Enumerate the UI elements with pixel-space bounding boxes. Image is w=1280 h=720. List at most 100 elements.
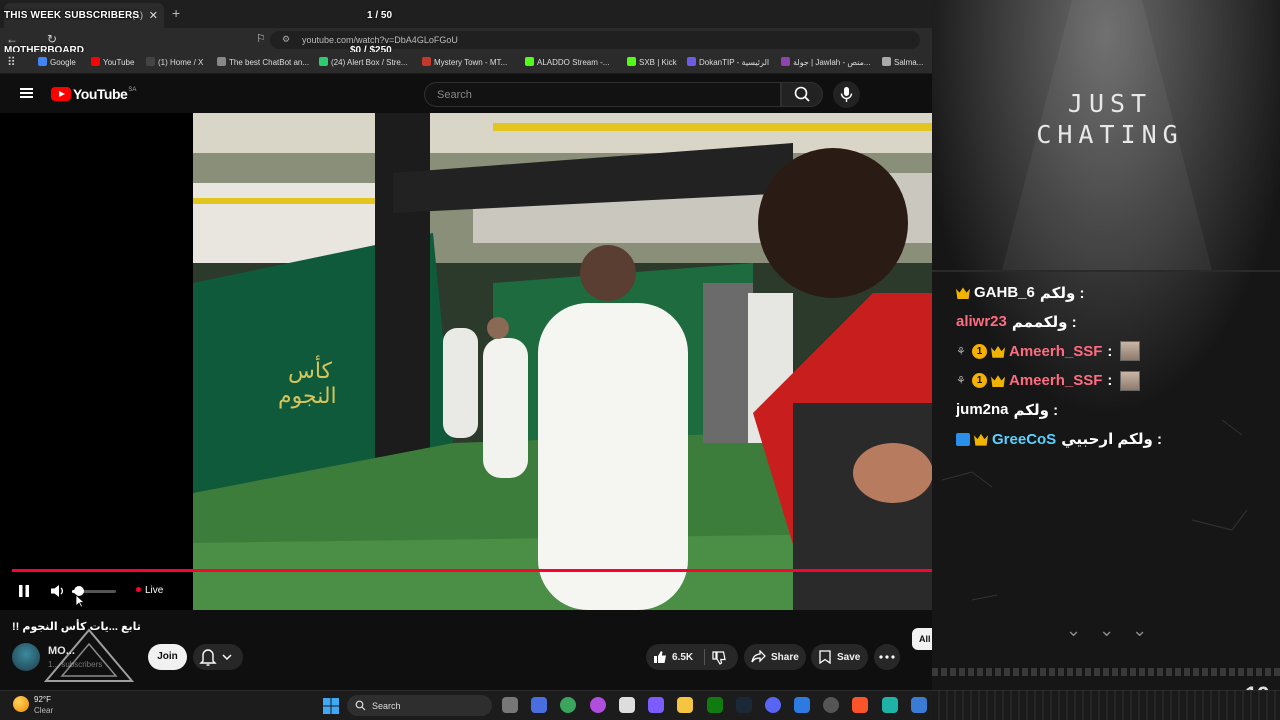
panel-bottom-strip bbox=[932, 691, 1280, 720]
youtube-header: YouTubeSA bbox=[0, 74, 932, 114]
bookmark-item[interactable]: (24) Alert Box / Stre... bbox=[319, 57, 407, 67]
app-icon-2[interactable] bbox=[882, 697, 898, 713]
dislike-icon[interactable] bbox=[712, 651, 726, 665]
prime-badge-icon bbox=[956, 432, 970, 446]
bookmark-label: ALADDO Stream -... bbox=[537, 58, 610, 67]
bookmark-favicon-icon bbox=[319, 57, 328, 66]
pause-icon[interactable] bbox=[18, 585, 30, 597]
voice-search-button[interactable] bbox=[833, 81, 860, 108]
chat-username: GreeCoS bbox=[992, 430, 1057, 448]
chat-username: jum2na bbox=[956, 401, 1009, 419]
bookmark-favicon-icon bbox=[146, 57, 155, 66]
bookmark-favicon-icon bbox=[882, 57, 891, 66]
save-button[interactable]: Save bbox=[811, 644, 868, 670]
notes-icon[interactable] bbox=[911, 697, 927, 713]
more-icon bbox=[879, 655, 895, 659]
bookmark-icon[interactable]: ⚐ bbox=[256, 32, 266, 45]
search-button[interactable] bbox=[781, 82, 823, 107]
obs-icon[interactable] bbox=[590, 697, 606, 713]
bookmark-favicon-icon bbox=[781, 57, 790, 66]
bookmark-item[interactable]: ALADDO Stream -... bbox=[525, 57, 609, 67]
weather-temperature[interactable]: 92°F bbox=[34, 695, 51, 704]
new-tab-icon[interactable]: + bbox=[172, 5, 180, 21]
bookmark-item[interactable]: DokanTIP - الرئيسية bbox=[687, 57, 769, 67]
search-field[interactable] bbox=[424, 82, 781, 107]
chat-message: ⚘ 1 Ameerh_SSF: bbox=[956, 337, 1276, 366]
discord-icon[interactable] bbox=[765, 697, 781, 713]
bookmark-label: جولة | Jawlah - منص... bbox=[793, 58, 871, 67]
bookmark-item[interactable]: YouTube bbox=[91, 57, 134, 67]
chat-emote-icon bbox=[1120, 370, 1141, 391]
bookmark-item[interactable]: (1) Home / X bbox=[146, 57, 203, 67]
bookmark-favicon-icon bbox=[38, 57, 47, 66]
app-icon[interactable] bbox=[794, 697, 810, 713]
sub-badge-icon: 1 bbox=[972, 373, 987, 389]
folder-icon[interactable] bbox=[677, 697, 693, 713]
search-input[interactable] bbox=[425, 83, 780, 106]
bookmark-item[interactable]: Mystery Town - MT... bbox=[422, 57, 507, 67]
bookmark-item[interactable]: جولة | Jawlah - منص... bbox=[781, 57, 871, 67]
live-badge[interactable]: Live bbox=[136, 585, 163, 596]
xbox-icon[interactable] bbox=[707, 697, 723, 713]
screen: (1) ✕ + THIS WEEK SUBSCRIBERS 1 / 50 ← ↻… bbox=[0, 0, 1280, 720]
bookmark-item[interactable]: Salma... bbox=[882, 57, 923, 67]
video-frame[interactable]: كأس النجوم bbox=[193, 113, 932, 610]
crown-badge-icon bbox=[956, 287, 970, 300]
bookmark-item[interactable]: Google bbox=[38, 57, 76, 67]
bookmark-item[interactable]: SXB | Kick bbox=[627, 57, 677, 67]
country-code: SA bbox=[128, 87, 137, 93]
bookmark-label: Salma... bbox=[894, 58, 924, 67]
widgets-icon[interactable] bbox=[531, 697, 547, 713]
progress-bar[interactable] bbox=[12, 569, 932, 572]
crown-badge-icon bbox=[991, 346, 1005, 358]
video-player[interactable]: كأس النجوم bbox=[0, 113, 932, 610]
xbox-app-icon[interactable] bbox=[560, 697, 576, 713]
menu-icon[interactable] bbox=[20, 88, 33, 98]
brave-browser-icon[interactable] bbox=[852, 697, 868, 713]
volume-icon[interactable] bbox=[50, 584, 66, 598]
windows-start-icon[interactable] bbox=[323, 698, 339, 714]
chat-text: : ولكم bbox=[1039, 284, 1085, 302]
chat-message: aliwr23: ولكممم bbox=[956, 307, 1276, 336]
chevron-down-icon: ⌄⌄⌄ bbox=[1066, 620, 1166, 640]
store-icon[interactable] bbox=[619, 697, 635, 713]
mouse-cursor-icon bbox=[75, 594, 85, 608]
weather-icon[interactable] bbox=[13, 696, 29, 712]
chat-text: : bbox=[1107, 372, 1113, 390]
url-text[interactable]: youtube.com/watch?v=DbA4GLoFGoU bbox=[302, 35, 458, 45]
taskbar-search[interactable]: Search bbox=[347, 695, 492, 716]
bookmark-item[interactable]: The best ChatBot an... bbox=[217, 57, 309, 67]
bookmark-favicon-icon bbox=[687, 57, 696, 66]
back-icon[interactable]: ← bbox=[6, 32, 18, 46]
join-button[interactable]: Join bbox=[148, 644, 187, 670]
like-icon[interactable] bbox=[653, 650, 667, 664]
bookmark-favicon-icon bbox=[627, 57, 636, 66]
share-icon bbox=[751, 650, 766, 663]
more-actions-button[interactable] bbox=[874, 644, 900, 670]
bookmark-label: Google bbox=[50, 58, 76, 67]
reload-icon[interactable]: ↻ bbox=[47, 32, 57, 46]
taskbar-search-label: Search bbox=[372, 701, 401, 711]
sub-badge-icon: 1 bbox=[972, 343, 987, 359]
site-info-icon[interactable]: ⚙ bbox=[282, 34, 290, 45]
weather-condition[interactable]: Clear bbox=[34, 706, 53, 715]
bookmark-label: Mystery Town - MT... bbox=[434, 58, 508, 67]
chip-all[interactable]: All bbox=[912, 628, 934, 650]
close-icon[interactable]: ✕ bbox=[149, 9, 158, 22]
youtube-logo[interactable]: YouTubeSA bbox=[51, 87, 136, 102]
channel-avatar[interactable] bbox=[12, 643, 40, 671]
notifications-button[interactable] bbox=[193, 644, 243, 670]
microphone-icon bbox=[840, 87, 853, 102]
letterbox bbox=[0, 113, 193, 610]
like-count[interactable]: 6.5K bbox=[672, 652, 693, 663]
chat-text: : ولكم ارحبيي bbox=[1061, 431, 1162, 449]
browser-tab-strip: (1) ✕ + THIS WEEK SUBSCRIBERS 1 / 50 bbox=[0, 0, 932, 28]
settings-icon[interactable] bbox=[823, 697, 839, 713]
steam-icon[interactable] bbox=[736, 697, 752, 713]
chat-username: Ameerh_SSF bbox=[1009, 372, 1103, 390]
bookmark-label: YouTube bbox=[103, 58, 135, 67]
share-button[interactable]: Share bbox=[744, 644, 806, 670]
task-view-icon[interactable] bbox=[502, 697, 518, 713]
apps-grid-icon[interactable]: ⠿ bbox=[7, 55, 16, 69]
game-icon[interactable] bbox=[648, 697, 664, 713]
